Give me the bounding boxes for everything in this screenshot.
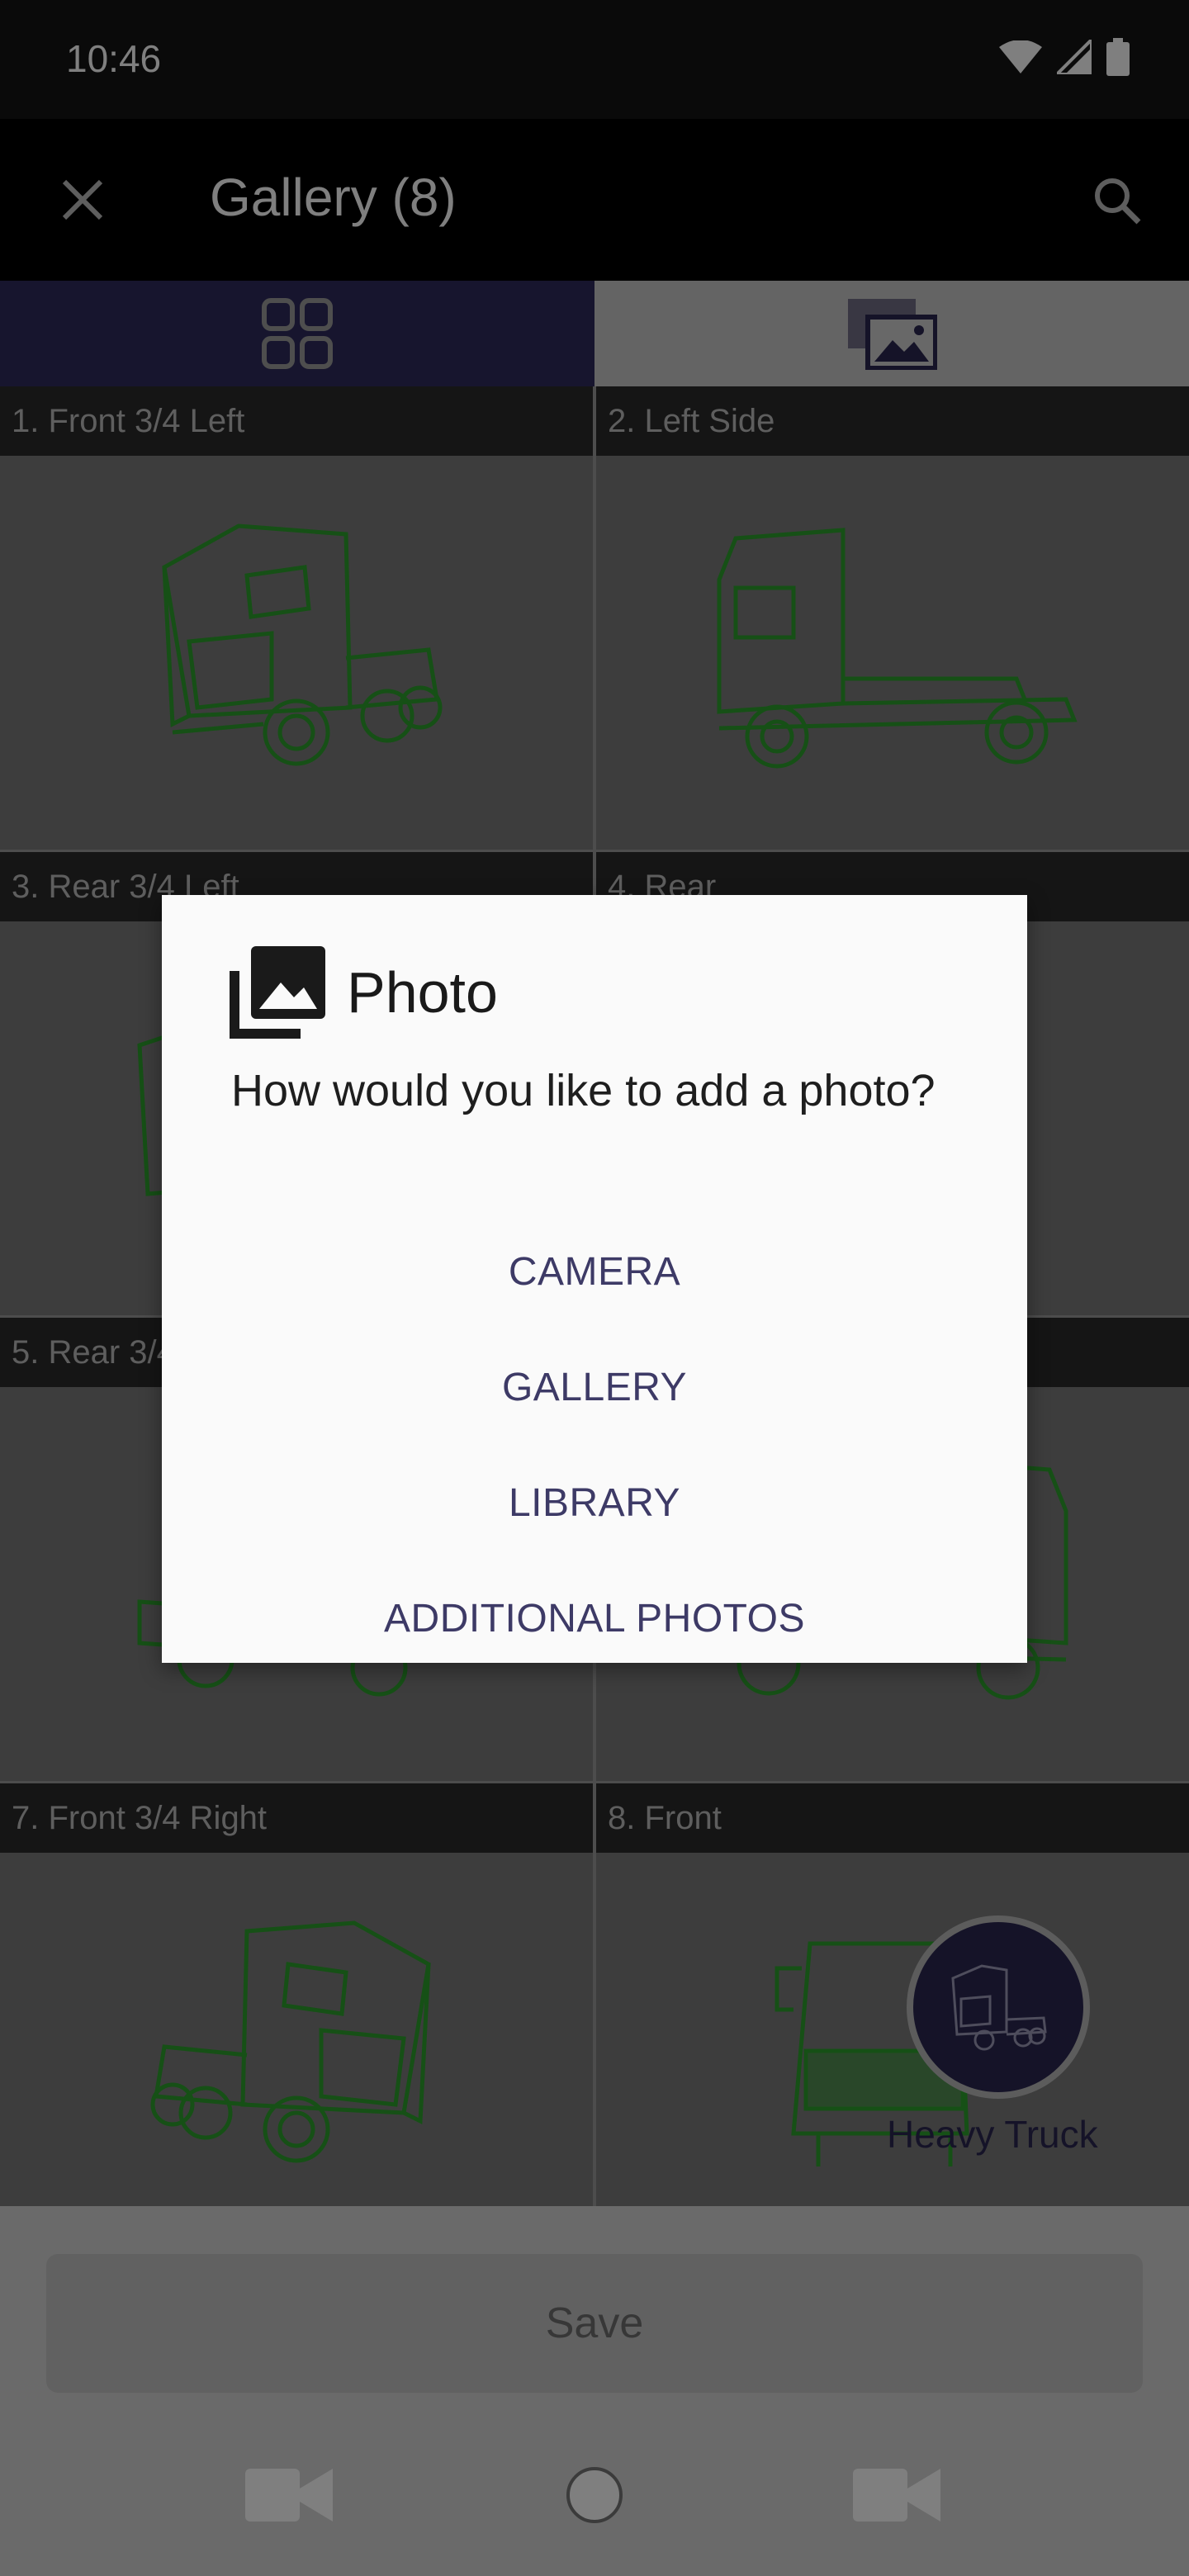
cell-label: 8. Front (596, 1783, 1189, 1853)
vehicle-type-button[interactable] (907, 1915, 1090, 2099)
photo-library-icon (230, 946, 325, 1039)
cell-label: 2. Left Side (596, 386, 1189, 456)
add-photo-dialog: Photo How would you like to add a photo?… (162, 895, 1027, 1663)
search-button[interactable] (1080, 163, 1154, 238)
truck-front-illustration (596, 1853, 1189, 2247)
video-icon[interactable] (245, 2465, 336, 2529)
wifi-icon (999, 40, 1042, 78)
save-button[interactable]: Save (46, 2254, 1143, 2393)
status-icons (999, 36, 1130, 80)
truck-front-3-4-left-illustration (0, 456, 593, 850)
truck-icon (951, 1964, 1047, 2051)
status-time: 10:46 (66, 37, 162, 80)
additional-photos-button[interactable]: ADDITIONAL PHOTOS (162, 1560, 1027, 1676)
grid-cell-front[interactable]: 8. Front (596, 1783, 1189, 2249)
search-icon (1095, 178, 1141, 225)
grid-cell-front-3-4-right[interactable]: 7. Front 3/4 Right (0, 1783, 593, 2249)
photos-icon (848, 299, 937, 370)
close-button[interactable] (48, 165, 117, 234)
dialog-title: Photo (347, 960, 498, 1025)
dialog-message: How would you like to add a photo? (231, 1066, 936, 1115)
gallery-button[interactable]: GALLERY (162, 1329, 1027, 1445)
truck-left-side-illustration (596, 456, 1189, 850)
dialog-header: Photo (230, 946, 498, 1039)
grid-icon (262, 298, 333, 369)
bottom-nav (0, 2417, 1189, 2576)
battery-icon (1106, 38, 1130, 80)
vehicle-type-label: Heavy Truck (887, 2113, 1098, 2156)
app-bar: Gallery (8) (0, 119, 1189, 281)
save-area: Save (0, 2206, 1189, 2417)
view-tabs (0, 281, 1189, 386)
page-title: Gallery (8) (210, 168, 457, 227)
dialog-actions: CAMERA GALLERY LIBRARY ADDITIONAL PHOTOS (162, 1214, 1027, 1676)
grid-cell-front-3-4-left[interactable]: 1. Front 3/4 Left (0, 386, 593, 852)
library-button[interactable]: LIBRARY (162, 1445, 1027, 1560)
signal-icon (1053, 36, 1093, 78)
grid-cell-left-side[interactable]: 2. Left Side (596, 386, 1189, 852)
camera-button[interactable]: CAMERA (162, 1214, 1027, 1329)
status-bar: 10:46 (0, 0, 1189, 119)
close-icon (62, 179, 103, 220)
cell-label: 7. Front 3/4 Right (0, 1783, 593, 1853)
video-icon[interactable] (852, 2465, 944, 2529)
tab-photos-view[interactable] (594, 281, 1189, 386)
home-icon[interactable] (563, 2464, 626, 2531)
cell-label: 1. Front 3/4 Left (0, 386, 593, 456)
tab-grid-view[interactable] (0, 281, 594, 386)
truck-front-3-4-right-illustration (0, 1853, 593, 2247)
